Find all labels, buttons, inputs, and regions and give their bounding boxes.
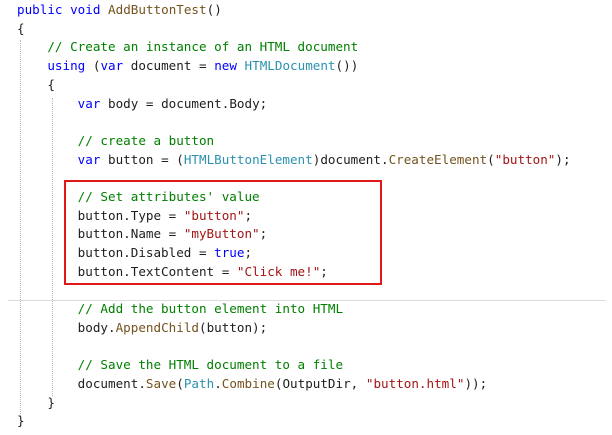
code-token-method: AppendChild xyxy=(115,319,199,335)
code-token-plain: body = document.Body; xyxy=(100,95,268,111)
code-token-type: Path xyxy=(183,376,215,391)
code-token-plain: . xyxy=(214,376,222,391)
code-line[interactable]: button.Disabled = true; xyxy=(17,243,252,262)
code-token-plain: (OutputDir, xyxy=(274,376,366,391)
code-token-plain: )document. xyxy=(312,151,389,167)
code-token-plain: button.TextContent = xyxy=(17,263,237,279)
code-token-plain: ()) xyxy=(335,58,359,74)
code-token-comment: // Set attributes' value xyxy=(17,189,260,204)
code-line[interactable]: } xyxy=(17,393,55,412)
code-token-plain: ( xyxy=(85,58,101,74)
code-token-method: Save xyxy=(145,376,177,391)
code-token-string: "button" xyxy=(183,207,245,223)
code-token-keyword: true xyxy=(214,245,245,261)
code-token-plain: ( xyxy=(487,151,495,167)
code-token-plain: } xyxy=(17,413,25,429)
code-token-method: Combine xyxy=(221,376,275,391)
code-line[interactable]: // Create an instance of an HTML documen… xyxy=(17,37,358,56)
code-token-plain: button.Disabled = xyxy=(17,245,215,261)
code-line[interactable]: { xyxy=(17,19,25,38)
code-token-comment: // Add the button element into HTML xyxy=(17,301,344,317)
code-line[interactable]: // Set attributes' value xyxy=(17,187,260,206)
code-token-method: CreateElement xyxy=(388,151,488,167)
code-token-plain: body. xyxy=(17,319,116,335)
code-token-string: "button.html" xyxy=(365,376,465,391)
code-token-type: HTMLButtonElement xyxy=(183,151,313,167)
code-token-keyword: public xyxy=(17,2,63,17)
code-line[interactable]: // create a button xyxy=(17,131,214,150)
code-token-plain: document. xyxy=(17,376,146,391)
code-line[interactable]: var body = document.Body; xyxy=(17,94,268,113)
code-token-plain: } xyxy=(17,394,55,410)
code-token-plain: ; xyxy=(244,245,253,261)
code-token-comment: // create a button xyxy=(17,132,215,148)
code-line[interactable]: } xyxy=(17,411,25,430)
code-line[interactable]: public void AddButtonTest() xyxy=(17,0,222,19)
code-token-keyword: var xyxy=(77,95,101,111)
code-line[interactable]: body.AppendChild(button); xyxy=(17,318,268,337)
code-token-plain: ; xyxy=(244,207,253,223)
code-line[interactable]: button.Type = "button"; xyxy=(17,206,252,225)
code-line[interactable]: using (var document = new HTMLDocument()… xyxy=(17,56,358,75)
code-token-keyword: var xyxy=(100,58,124,74)
code-token-plain: () xyxy=(206,2,222,17)
code-line[interactable]: document.Save(Path.Combine(OutputDir, "b… xyxy=(17,374,488,393)
code-token-plain: ; xyxy=(320,263,328,279)
code-token-type: HTMLDocument xyxy=(244,58,336,74)
code-token-string: "button" xyxy=(494,151,556,167)
code-line[interactable]: // Add the button element into HTML xyxy=(17,299,343,318)
code-line[interactable]: button.TextContent = "Click me!"; xyxy=(17,262,328,281)
code-token-plain: button.Name = xyxy=(17,226,184,242)
code-token-keyword: new xyxy=(214,58,237,74)
code-token-plain: button.Type = xyxy=(17,207,184,223)
code-token-plain: button = ( xyxy=(100,151,184,167)
code-token-plain: ( xyxy=(176,376,184,391)
code-token-keyword: var xyxy=(77,151,101,167)
code-line[interactable]: var button = (HTMLButtonElement)document… xyxy=(17,150,571,169)
code-token-plain: ); xyxy=(555,151,571,167)
code-token-comment: // Create an instance of an HTML documen… xyxy=(17,39,359,55)
code-token-comment: // Save the HTML document to a file xyxy=(17,357,344,373)
code-token-plain: (button); xyxy=(198,319,268,335)
code-token-string: "Click me!" xyxy=(236,263,321,279)
code-token-plain: document = xyxy=(123,58,215,74)
code-token-plain: ; xyxy=(259,226,268,242)
code-token-plain: { xyxy=(17,76,55,92)
code-token-plain: { xyxy=(17,20,25,36)
code-line[interactable]: button.Name = "myButton"; xyxy=(17,224,268,243)
code-line[interactable]: // Save the HTML document to a file xyxy=(17,355,343,374)
code-token-keyword: using xyxy=(47,58,86,74)
code-token-plain: )); xyxy=(464,376,488,391)
code-token-keyword: void xyxy=(70,2,101,17)
code-line[interactable]: { xyxy=(17,75,55,94)
code-editor[interactable]: public void AddButtonTest(){ // Create a… xyxy=(0,0,612,435)
code-token-method: AddButtonTest xyxy=(108,2,207,17)
code-token-string: "myButton" xyxy=(183,226,260,242)
